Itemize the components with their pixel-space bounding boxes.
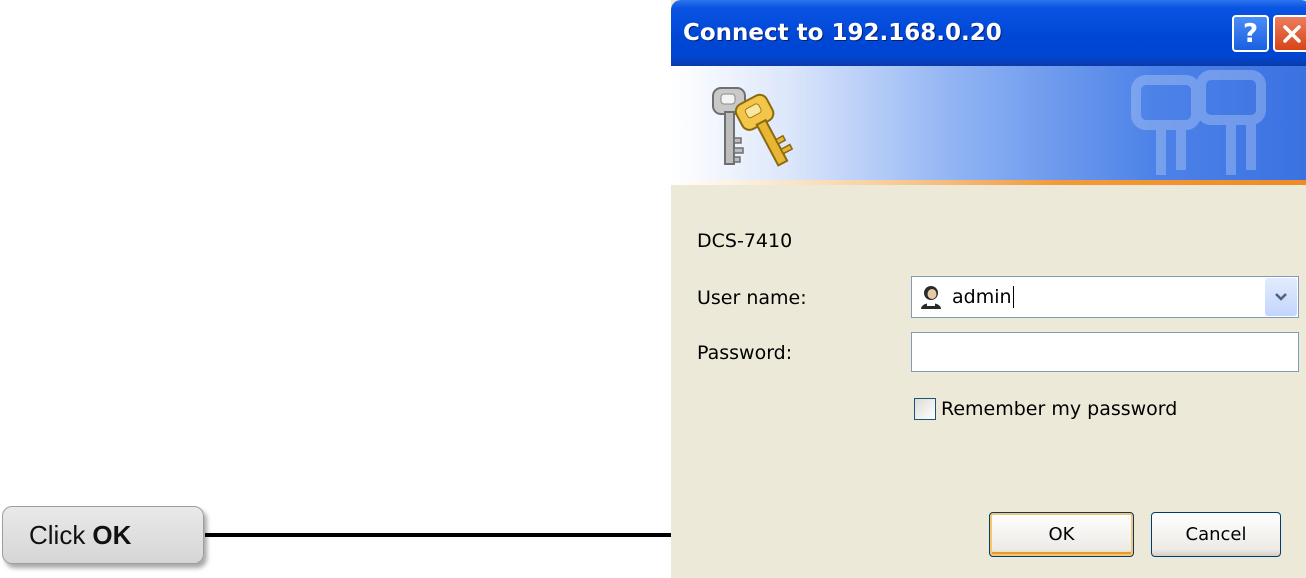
ok-button[interactable]: OK (989, 512, 1134, 557)
instruction-callout: Click OK (2, 506, 204, 564)
login-dialog: Connect to 192.168.0.20 ? DCS-7410 User … (671, 0, 1306, 578)
cancel-button[interactable]: Cancel (1151, 512, 1281, 557)
callout-bold-text: OK (92, 519, 132, 550)
cancel-button-label: Cancel (1185, 524, 1247, 545)
remember-password-checkbox[interactable] (914, 398, 936, 420)
keys-icon (712, 87, 794, 167)
ok-button-label: OK (1048, 524, 1075, 545)
username-label: User name: (697, 287, 807, 309)
title-bar[interactable]: Connect to 192.168.0.20 ? (671, 0, 1306, 66)
banner-accent-line (671, 180, 1306, 185)
password-field[interactable] (911, 332, 1299, 372)
keys-watermark-icon (1131, 70, 1266, 175)
dialog-banner (671, 66, 1306, 180)
password-label: Password: (697, 342, 793, 364)
username-value: admin (952, 286, 1014, 308)
remember-password-label[interactable]: Remember my password (941, 398, 1177, 420)
close-button[interactable] (1273, 15, 1306, 52)
help-button[interactable]: ? (1232, 15, 1269, 52)
close-icon (1282, 24, 1301, 43)
username-dropdown-button[interactable] (1265, 278, 1297, 316)
server-name: DCS-7410 (697, 230, 793, 252)
user-icon (921, 286, 941, 309)
chevron-down-icon (1275, 293, 1287, 301)
help-icon: ? (1242, 18, 1259, 49)
callout-text: Click (29, 519, 86, 550)
dialog-title: Connect to 192.168.0.20 (683, 20, 1002, 46)
username-field[interactable]: admin (911, 276, 1299, 318)
